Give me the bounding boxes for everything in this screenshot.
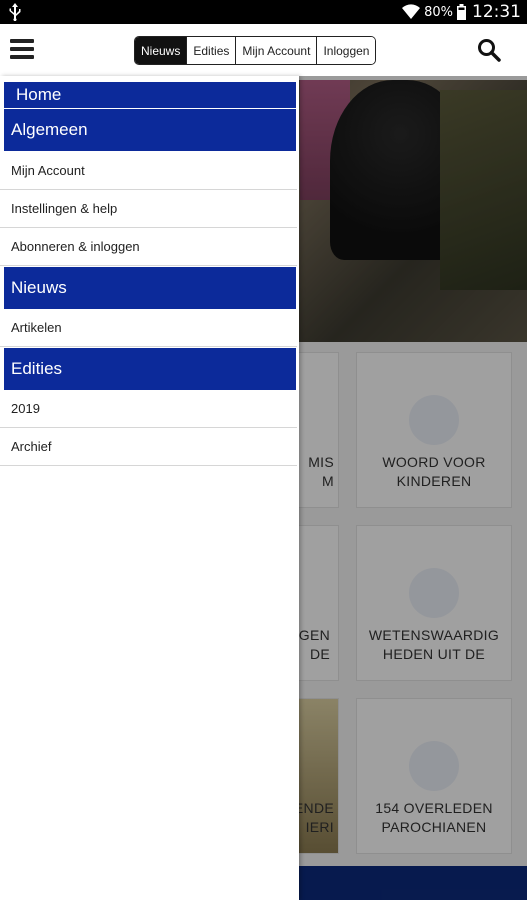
drawer-home[interactable]: Home <box>4 82 296 108</box>
drawer-item-instellingen-help[interactable]: Instellingen & help <box>0 190 297 228</box>
usb-icon <box>9 3 21 21</box>
clock: 12:31 <box>472 2 521 22</box>
drawer-item-abonneren-inloggen[interactable]: Abonneren & inloggen <box>0 228 297 266</box>
app-bar: Nieuws Edities Mijn Account Inloggen <box>0 24 527 76</box>
drawer-item-archief[interactable]: Archief <box>0 428 297 466</box>
battery-icon <box>457 4 466 20</box>
tab-edities[interactable]: Edities <box>186 37 236 64</box>
search-icon[interactable] <box>477 38 501 62</box>
status-bar: 80% 12:31 <box>0 0 527 24</box>
battery-percent: 80% <box>424 4 453 20</box>
drawer-item-artikelen[interactable]: Artikelen <box>0 309 297 347</box>
menu-icon[interactable] <box>10 39 34 61</box>
tab-inloggen[interactable]: Inloggen <box>316 37 376 64</box>
drawer-item-mijn-account[interactable]: Mijn Account <box>0 152 297 190</box>
navigation-drawer: Home Algemeen Mijn Account Instellingen … <box>0 76 299 900</box>
drawer-section-nieuws: Nieuws <box>4 267 296 309</box>
wifi-icon <box>402 4 421 20</box>
tab-bar: Nieuws Edities Mijn Account Inloggen <box>134 36 377 65</box>
drawer-section-edities: Edities <box>4 348 296 390</box>
tab-nieuws[interactable]: Nieuws <box>135 37 187 64</box>
tab-mijn-account[interactable]: Mijn Account <box>235 37 317 64</box>
drawer-section-algemeen: Algemeen <box>4 109 296 151</box>
drawer-item-2019[interactable]: 2019 <box>0 390 297 428</box>
